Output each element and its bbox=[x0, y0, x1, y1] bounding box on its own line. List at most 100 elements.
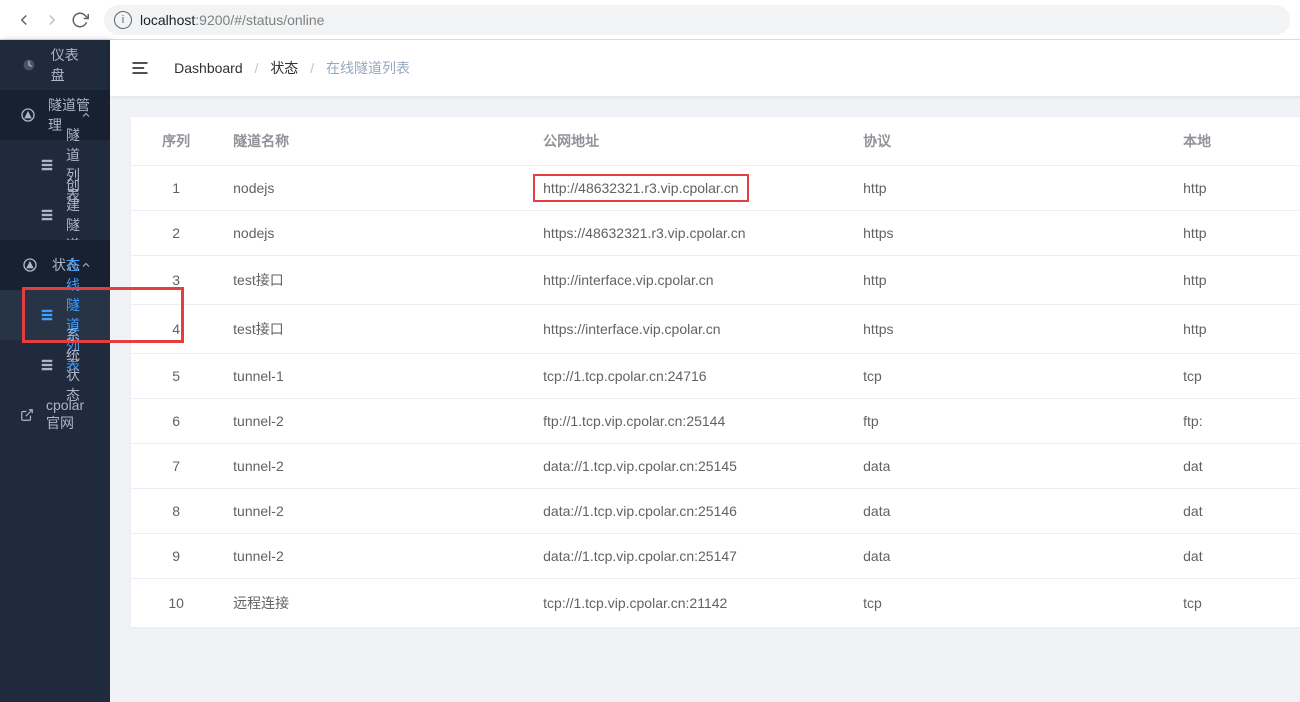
cell-proto: ftp bbox=[851, 399, 1171, 444]
cell-url: tcp://1.tcp.vip.cpolar.cn:21142 bbox=[531, 579, 851, 628]
cell-seq: 10 bbox=[131, 579, 221, 628]
cell-name: tunnel-2 bbox=[221, 489, 531, 534]
cell-name: nodejs bbox=[221, 166, 531, 211]
main-content: Dashboard / 状态 / 在线隧道列表 序列 隧道名称 公网地址 协议 bbox=[110, 40, 1300, 702]
table-row[interactable]: 5 tunnel-1 tcp://1.tcp.cpolar.cn:24716 t… bbox=[131, 354, 1300, 399]
cell-local: tcp bbox=[1171, 354, 1300, 399]
breadcrumb-separator: / bbox=[255, 60, 259, 76]
sidebar-item-dashboard[interactable]: 仪表盘 bbox=[0, 40, 110, 90]
cell-proto: tcp bbox=[851, 354, 1171, 399]
cell-proto: https bbox=[851, 305, 1171, 354]
cell-name: 远程连接 bbox=[221, 579, 531, 628]
breadcrumb-dashboard[interactable]: Dashboard bbox=[174, 60, 243, 76]
cell-name: nodejs bbox=[221, 211, 531, 256]
cell-proto: http bbox=[851, 256, 1171, 305]
compass-icon bbox=[20, 257, 40, 273]
cell-seq: 8 bbox=[131, 489, 221, 534]
cell-url: data://1.tcp.vip.cpolar.cn:25147 bbox=[531, 534, 851, 579]
sidebar-item-create-tunnel[interactable]: 创建隧道 bbox=[0, 190, 110, 240]
cell-name: test接口 bbox=[221, 305, 531, 354]
sidebar-item-label: 仪表盘 bbox=[51, 45, 90, 85]
cell-local: http bbox=[1171, 166, 1300, 211]
table-row[interactable]: 6 tunnel-2 ftp://1.tcp.vip.cpolar.cn:251… bbox=[131, 399, 1300, 444]
sidebar-item-tunnel-list[interactable]: 隧道列表 bbox=[0, 140, 110, 190]
external-link-icon bbox=[20, 408, 34, 422]
cell-name: tunnel-2 bbox=[221, 534, 531, 579]
cell-proto: http bbox=[851, 166, 1171, 211]
cell-url: https://48632321.r3.vip.cpolar.cn bbox=[531, 211, 851, 256]
arrow-right-icon bbox=[43, 11, 61, 29]
table-row[interactable]: 9 tunnel-2 data://1.tcp.vip.cpolar.cn:25… bbox=[131, 534, 1300, 579]
list-icon bbox=[40, 158, 54, 172]
sidebar-item-cpolar-site[interactable]: cpolar官网 bbox=[0, 390, 110, 440]
breadcrumb-status[interactable]: 状态 bbox=[270, 60, 298, 76]
list-icon bbox=[40, 208, 54, 222]
cell-local: dat bbox=[1171, 534, 1300, 579]
forward-button[interactable] bbox=[38, 6, 66, 34]
compass-icon bbox=[20, 107, 36, 123]
breadcrumb-current: 在线隧道列表 bbox=[326, 60, 410, 76]
cell-url: https://interface.vip.cpolar.cn bbox=[531, 305, 851, 354]
reload-icon bbox=[71, 11, 89, 29]
sidebar-item-tunnel-mgmt[interactable]: 隧道管理 bbox=[0, 90, 110, 140]
table-row[interactable]: 4 test接口 https://interface.vip.cpolar.cn… bbox=[131, 305, 1300, 354]
table-row[interactable]: 10 远程连接 tcp://1.tcp.vip.cpolar.cn:21142 … bbox=[131, 579, 1300, 628]
cell-url: ftp://1.tcp.vip.cpolar.cn:25144 bbox=[531, 399, 851, 444]
cell-url: tcp://1.tcp.cpolar.cn:24716 bbox=[531, 354, 851, 399]
info-icon: i bbox=[114, 11, 132, 29]
sidebar-item-label: cpolar官网 bbox=[46, 397, 90, 433]
cell-local: dat bbox=[1171, 444, 1300, 489]
address-bar[interactable]: i localhost:9200/#/status/online bbox=[104, 5, 1290, 35]
tunnel-table: 序列 隧道名称 公网地址 协议 本地 1 nodejs http://48632… bbox=[130, 116, 1300, 629]
hamburger-icon bbox=[130, 58, 150, 78]
header-local: 本地 bbox=[1171, 117, 1300, 166]
cell-seq: 5 bbox=[131, 354, 221, 399]
cell-seq: 7 bbox=[131, 444, 221, 489]
topbar: Dashboard / 状态 / 在线隧道列表 bbox=[110, 40, 1300, 96]
header-name: 隧道名称 bbox=[221, 117, 531, 166]
cell-proto: https bbox=[851, 211, 1171, 256]
cell-local: http bbox=[1171, 211, 1300, 256]
sidebar-item-status[interactable]: 状态 bbox=[0, 240, 110, 290]
table-row[interactable]: 2 nodejs https://48632321.r3.vip.cpolar.… bbox=[131, 211, 1300, 256]
cell-url: http://interface.vip.cpolar.cn bbox=[531, 256, 851, 305]
arrow-left-icon bbox=[15, 11, 33, 29]
url-host: localhost bbox=[140, 12, 195, 28]
reload-button[interactable] bbox=[66, 6, 94, 34]
cell-seq: 6 bbox=[131, 399, 221, 444]
sidebar-item-system-status[interactable]: 系统状态 bbox=[0, 340, 110, 390]
table-row[interactable]: 7 tunnel-2 data://1.tcp.vip.cpolar.cn:25… bbox=[131, 444, 1300, 489]
cell-name: tunnel-2 bbox=[221, 444, 531, 489]
cell-url: data://1.tcp.vip.cpolar.cn:25145 bbox=[531, 444, 851, 489]
table-row[interactable]: 8 tunnel-2 data://1.tcp.vip.cpolar.cn:25… bbox=[131, 489, 1300, 534]
breadcrumb-separator: / bbox=[310, 60, 314, 76]
menu-toggle-button[interactable] bbox=[130, 58, 154, 78]
list-icon bbox=[40, 308, 54, 322]
cell-local: http bbox=[1171, 305, 1300, 354]
table-row[interactable]: 1 nodejs http://48632321.r3.vip.cpolar.c… bbox=[131, 166, 1300, 211]
chevron-up-icon bbox=[80, 109, 92, 121]
cell-seq: 9 bbox=[131, 534, 221, 579]
cell-seq: 1 bbox=[131, 166, 221, 211]
table-row[interactable]: 3 test接口 http://interface.vip.cpolar.cn … bbox=[131, 256, 1300, 305]
browser-toolbar: i localhost:9200/#/status/online bbox=[0, 0, 1300, 40]
cell-local: http bbox=[1171, 256, 1300, 305]
cell-proto: data bbox=[851, 489, 1171, 534]
header-url: 公网地址 bbox=[531, 117, 851, 166]
back-button[interactable] bbox=[10, 6, 38, 34]
cell-proto: data bbox=[851, 444, 1171, 489]
header-seq: 序列 bbox=[131, 117, 221, 166]
cell-proto: tcp bbox=[851, 579, 1171, 628]
cell-proto: data bbox=[851, 534, 1171, 579]
cell-local: tcp bbox=[1171, 579, 1300, 628]
sidebar-item-online-list[interactable]: 在线隧道列表 bbox=[0, 290, 110, 340]
cell-seq: 3 bbox=[131, 256, 221, 305]
cell-name: test接口 bbox=[221, 256, 531, 305]
header-proto: 协议 bbox=[851, 117, 1171, 166]
dashboard-icon bbox=[20, 57, 39, 73]
cell-local: dat bbox=[1171, 489, 1300, 534]
table-header-row: 序列 隧道名称 公网地址 协议 本地 bbox=[131, 117, 1300, 166]
list-icon bbox=[40, 358, 54, 372]
cell-name: tunnel-1 bbox=[221, 354, 531, 399]
annotation-highlight: http://48632321.r3.vip.cpolar.cn bbox=[533, 174, 748, 202]
